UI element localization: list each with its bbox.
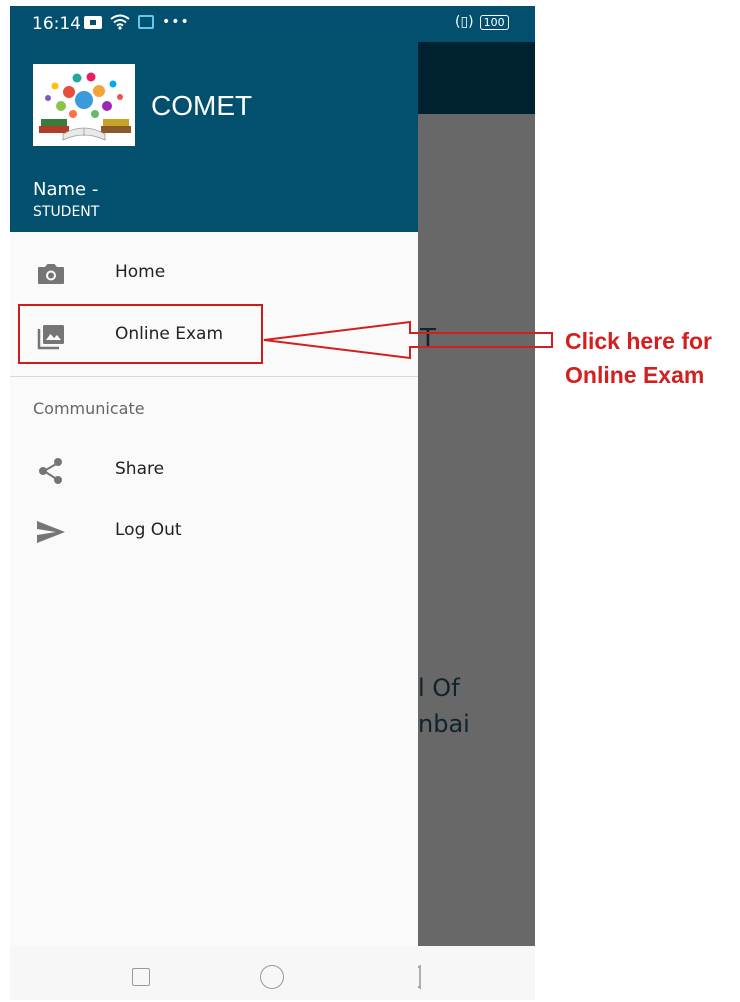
annotation-line: Click here for [565,328,712,354]
home-nav-icon[interactable] [260,965,284,989]
annotation-arrow-icon [263,320,553,360]
app-title: COMET [151,90,253,121]
drawer-item-home[interactable]: Home [10,246,418,302]
drawer-item-label: Share [115,459,165,479]
highlight-box [18,304,263,364]
send-icon [36,518,66,546]
wifi-icon [110,14,130,30]
phone-screen: T l Of nbai 16:14 ••• COMET Name - STUDE… [10,6,535,1000]
app-notification-icon [138,15,154,29]
share-icon [36,457,66,485]
navigation-drawer: 16:14 ••• COMET Name - STUDENT Home Onli… [10,6,418,1000]
background-toolbar [418,42,535,114]
background-navbar [402,946,535,1000]
user-role: STUDENT [33,204,100,220]
annotation-text: Click here for Online Exam [565,324,740,392]
background-app[interactable]: T l Of nbai [402,6,535,1000]
battery-icon: 100 [479,14,509,30]
annotation-line: Online Exam [565,362,705,388]
drawer-item-log-out[interactable]: Log Out [10,504,418,560]
status-right-icons: (▯) 100 [455,14,509,30]
more-dots-icon: ••• [162,14,190,30]
drawer-item-label: Log Out [115,520,182,540]
app-logo [33,64,135,146]
status-bar: 16:14 ••• [10,6,418,42]
section-title-communicate: Communicate [33,399,145,418]
notification-icon [84,15,102,29]
drawer-divider [10,376,418,377]
status-time: 16:14 [32,14,81,34]
drawer-item-label: Home [115,262,166,282]
system-nav-bar [10,946,418,1000]
camera-icon [36,260,66,288]
drawer-item-share[interactable]: Share [10,443,418,499]
background-text-fragment: nbai [418,710,470,738]
drawer-header: COMET Name - STUDENT [10,42,418,232]
background-text-fragment: l Of [418,674,460,702]
user-name: Name - [33,179,99,200]
recents-icon[interactable] [132,968,150,986]
vibrate-icon: (▯) [455,14,474,30]
